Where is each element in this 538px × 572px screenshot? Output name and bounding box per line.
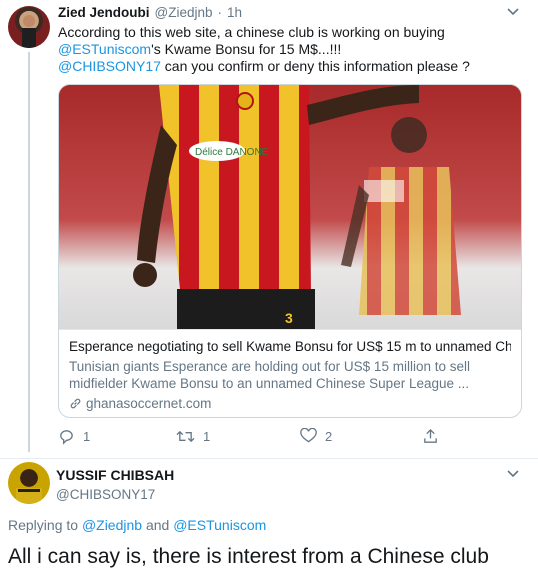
card-text: Esperance negotiating to sell Kwame Bons… [59,329,521,417]
replying-to: Replying to @Ziedjnb and @ESTuniscom [8,517,266,533]
like-count: 2 [325,428,333,444]
link-icon [70,398,81,409]
tweet-main[interactable]: Zied Jendoubi @Ziedjnb · 1h According to… [0,0,538,458]
card-domain[interactable]: ghanasoccernet.com [69,395,511,412]
link-card[interactable]: Délice DANONE 3 Esperance negotiating to… [58,84,522,418]
replying-and: and [142,517,174,533]
chevron-down-icon[interactable] [504,4,522,20]
tweet-text: According to this web site, a chinese cl… [58,24,518,75]
chevron-down-icon[interactable] [504,466,522,482]
share-button[interactable] [422,428,439,445]
card-title[interactable]: Esperance negotiating to sell Kwame Bons… [69,338,511,355]
card-domain-text: ghanasoccernet.com [86,396,212,411]
reply-icon [60,430,73,445]
author-handle[interactable]: @CHIBSONY17 [56,487,155,502]
mention-link[interactable]: @ESTuniscom [58,41,151,57]
author-handle[interactable]: @Ziedjnb [155,5,213,20]
tweet-text-line: can you confirm or deny this information… [160,58,470,74]
card-image: Délice DANONE 3 [59,85,521,329]
mention-link[interactable]: @ESTuniscom [173,517,266,533]
author-name[interactable]: Zied Jendoubi [58,5,150,20]
action-bar: 1 1 2 [58,428,498,448]
tweet-header: Zied Jendoubi @Ziedjnb · 1h [58,5,242,20]
separator-dot: · [217,5,223,20]
avatar[interactable] [8,462,50,504]
heart-icon [300,428,317,443]
football-player-photo: Délice DANONE 3 [59,85,521,329]
reply-text: All i can say is, there is interest from… [8,545,489,568]
avatar-person-icon [16,471,42,504]
thread-line [28,52,30,452]
retweet-count: 1 [203,429,211,444]
mention-link[interactable]: @CHIBSONY17 [58,58,161,74]
tweet-text-line: 's Kwame Bonsu for 15 M$...!!! [151,41,342,57]
replying-prefix: Replying to [8,517,82,533]
tweet-divider [0,458,538,459]
like-button[interactable]: 2 [300,428,332,444]
tweet-text-line: According to this web site, a chinese cl… [58,24,445,40]
sponsor-text: Délice DANONE [195,147,269,158]
reply-button[interactable]: 1 [58,428,90,445]
mention-link[interactable]: @Ziedjnb [82,517,142,533]
author-name[interactable]: YUSSIF CHIBSAH [56,467,174,483]
avatar[interactable] [8,6,50,48]
retweet-icon [176,430,195,443]
card-description: Tunisian giants Esperance are holding ou… [69,359,470,391]
avatar-person-icon [22,15,36,48]
reply-count: 1 [83,429,91,444]
retweet-button[interactable]: 1 [176,428,210,445]
share-icon [424,428,437,443]
timestamp[interactable]: 1h [227,5,242,20]
shirt-number: 3 [285,310,293,326]
